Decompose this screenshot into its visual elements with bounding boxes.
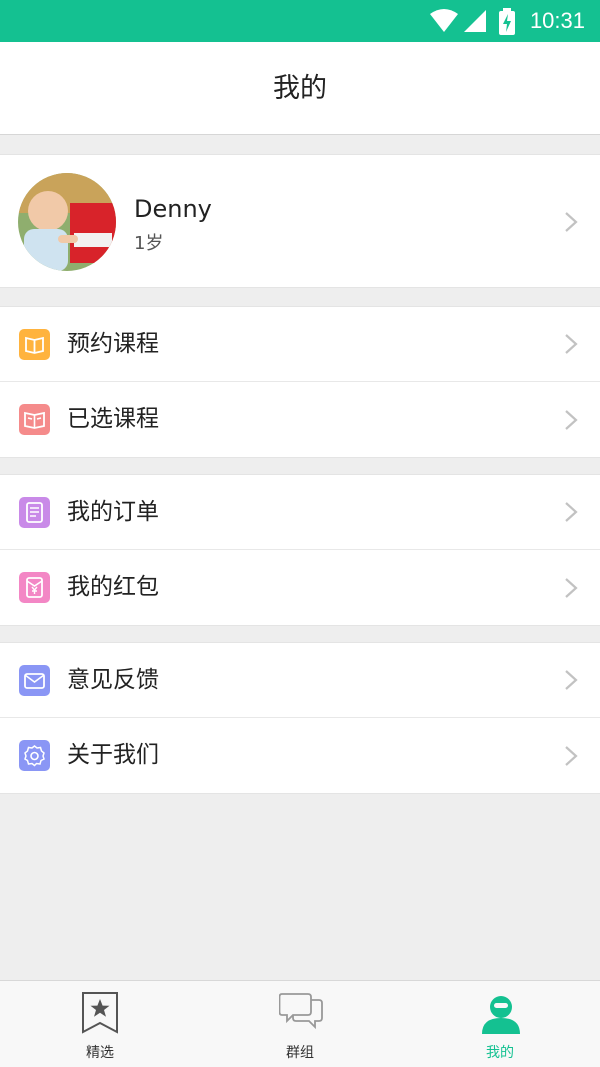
- tab-label: 群组: [286, 1045, 314, 1061]
- chevron-right-icon: [565, 334, 578, 354]
- bookmark-star-icon: [82, 992, 118, 1034]
- menu-item-my-orders[interactable]: 我的订单: [0, 475, 600, 550]
- book-icon: [19, 329, 50, 360]
- menu-item-label: 预约课程: [67, 331, 159, 357]
- chevron-right-icon: [565, 212, 578, 232]
- menu-item-label: 我的订单: [67, 499, 159, 525]
- tab-featured[interactable]: 精选: [0, 981, 200, 1067]
- signal-icon: [464, 10, 486, 32]
- chat-bubbles-icon: [279, 993, 323, 1030]
- menu-group-courses: 预约课程 已选课程: [0, 306, 600, 458]
- chevron-right-icon: [565, 670, 578, 690]
- menu-item-label: 已选课程: [67, 406, 159, 432]
- menu-item-about-us[interactable]: 关于我们: [0, 718, 600, 793]
- page-title: 我的: [273, 73, 327, 104]
- menu-item-label: 关于我们: [67, 742, 159, 768]
- title-bar: 我的: [0, 42, 600, 135]
- status-time: 10:31: [529, 8, 585, 33]
- tab-mine[interactable]: 我的: [400, 981, 600, 1067]
- chevron-right-icon: [565, 502, 578, 522]
- chevron-right-icon: [565, 409, 578, 430]
- mail-icon: [19, 665, 50, 696]
- user-icon: [482, 996, 520, 1034]
- red-envelope-icon: [19, 572, 50, 603]
- menu-item-label: 我的红包: [67, 574, 159, 600]
- tab-groups[interactable]: 群组: [200, 981, 400, 1067]
- menu-group-about: 意见反馈 关于我们: [0, 642, 600, 794]
- chevron-right-icon: [565, 745, 578, 766]
- gear-icon: [19, 740, 50, 771]
- profile-card[interactable]: Denny 1岁: [0, 154, 600, 288]
- menu-item-feedback[interactable]: 意见反馈: [0, 643, 600, 718]
- battery-charging-icon: [499, 8, 515, 35]
- avatar[interactable]: [18, 173, 116, 271]
- open-book-icon: [19, 404, 50, 435]
- bottom-tab-bar: 精选 群组 我的: [0, 980, 600, 1067]
- menu-item-book-course[interactable]: 预约课程: [0, 307, 600, 382]
- menu-group-orders: 我的订单 我的红包: [0, 474, 600, 626]
- wifi-icon: [430, 9, 458, 32]
- status-bar: 10:31: [0, 0, 600, 42]
- menu-item-selected-courses[interactable]: 已选课程: [0, 382, 600, 457]
- tab-label: 我的: [486, 1045, 514, 1061]
- tab-label: 精选: [86, 1045, 114, 1061]
- menu-item-my-red-envelopes[interactable]: 我的红包: [0, 550, 600, 625]
- profile-age: 1岁: [134, 233, 164, 254]
- profile-name: Denny: [134, 195, 212, 223]
- order-list-icon: [19, 497, 50, 528]
- chevron-right-icon: [565, 577, 578, 598]
- menu-item-label: 意见反馈: [67, 667, 159, 693]
